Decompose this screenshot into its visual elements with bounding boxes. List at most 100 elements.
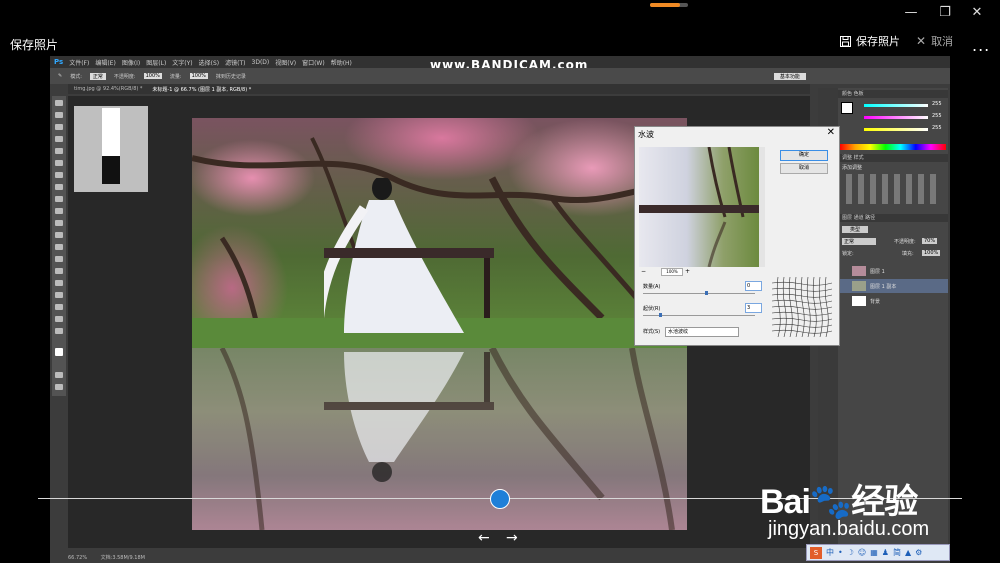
sogou-logo-icon[interactable]: S [810,546,822,559]
menu-item[interactable]: 文件(F) [69,58,89,67]
layer-filter-select[interactable]: 类型 [842,226,869,233]
save-photo-button[interactable]: 保存照片 [840,33,900,49]
history-brush-tool-icon[interactable] [55,208,63,214]
mode-select[interactable]: 正常 [89,72,106,80]
layer-opacity-input[interactable]: 70% [922,238,938,244]
quick-mask-icon[interactable] [55,372,63,378]
menu-item[interactable]: 帮助(H) [331,58,352,67]
menu-item[interactable]: 图像(I) [122,58,140,67]
crop-tool-icon[interactable] [55,148,63,154]
path-select-tool-icon[interactable] [55,292,63,298]
eraser-tool-icon[interactable] [55,220,63,226]
layer-row[interactable]: 图层 1 [838,264,948,278]
foreground-color-swatch[interactable] [55,348,63,356]
window-titlebar [0,0,1000,28]
menu-item[interactable]: 选择(S) [199,58,220,67]
ime-dot-icon[interactable]: • [838,548,843,557]
blue-value[interactable]: 255 [932,125,942,131]
green-value[interactable]: 255 [932,113,942,119]
preview-scrollbar[interactable] [759,147,765,267]
blend-mode-select[interactable]: 正常 [842,238,877,245]
ime-keyboard-icon[interactable]: ▦ [870,548,878,557]
brush-tool-icon[interactable] [55,184,63,190]
hand-tool-icon[interactable] [55,316,63,322]
layers-panel-tabs[interactable]: 图层 通道 路径 [838,214,948,222]
lasso-tool-icon[interactable] [55,124,63,130]
ridges-input[interactable]: 3 [745,303,762,313]
menu-item[interactable]: 视图(V) [275,58,296,67]
quick-select-tool-icon[interactable] [55,136,63,142]
ime-moon-icon[interactable]: ☽ [847,548,854,557]
red-slider[interactable] [864,104,928,107]
dialog-cancel-button[interactable]: 取消 [780,163,828,174]
ridges-slider-knob[interactable] [659,313,662,317]
photo-canvas[interactable] [192,118,687,530]
dialog-close-button[interactable]: ✕ [827,127,835,138]
filter-preview[interactable] [639,147,759,267]
gradient-tool-icon[interactable] [55,232,63,238]
layer-row[interactable]: 背景 [838,294,948,308]
menu-item[interactable]: 图层(L) [146,58,166,67]
menu-item[interactable]: 文字(Y) [172,58,192,67]
opacity-input[interactable]: 100% [143,73,162,79]
eyedropper-tool-icon[interactable] [55,160,63,166]
amount-slider-knob[interactable] [705,291,708,295]
menu-item[interactable]: 滤镜(T) [225,58,245,67]
ok-button[interactable]: 确定 [780,150,828,161]
ime-skin-icon[interactable]: ▲ [905,548,911,557]
doc-tab[interactable]: timg.jpg @ 92.4%(RGB/8) * [74,86,142,92]
marquee-tool-icon[interactable] [55,112,63,118]
pen-tool-icon[interactable] [55,268,63,274]
layer-thumbnail [852,266,866,276]
history-checkbox-label[interactable]: 抹到历史记录 [216,73,246,80]
amount-slider-track[interactable] [643,293,755,294]
red-value[interactable]: 255 [932,101,942,107]
menu-item[interactable]: 窗口(W) [302,58,325,67]
adjustments-panel-tabs[interactable]: 调整 样式 [838,154,948,162]
restore-button[interactable]: ❐ [934,4,956,22]
blue-slider[interactable] [864,128,928,131]
menu-item[interactable]: 编辑(E) [95,58,115,67]
more-options-button[interactable]: ... [972,36,990,55]
close-window-button[interactable]: ✕ [966,4,988,22]
layer-name: 图层 1 [870,268,885,275]
ime-settings-icon[interactable]: ⚙ [915,548,922,557]
layer-row-selected[interactable]: 图层 1 副本 [838,279,948,293]
amount-input[interactable]: 0 [745,281,762,291]
zoom-tool-icon[interactable] [55,328,63,334]
doc-tab-active[interactable]: 未标题-1 @ 66.7% (图层 1 副本, RGB/8) * [152,86,251,93]
foreground-swatch[interactable] [841,102,853,114]
shape-tool-icon[interactable] [55,304,63,310]
timeline-handle[interactable] [490,489,510,509]
stamp-tool-icon[interactable] [55,196,63,202]
adjustment-icons-grid[interactable] [846,174,936,204]
green-slider[interactable] [864,116,928,119]
menu-item[interactable]: 3D(D) [252,59,270,66]
workspace-select[interactable]: 基本功能 [773,72,806,80]
ime-simplified-toggle[interactable]: 简 [893,547,901,558]
blur-tool-icon[interactable] [55,244,63,250]
ime-emoji-icon[interactable]: ☺ [858,548,866,557]
fill-input[interactable]: 100% [922,250,941,256]
dodge-tool-icon[interactable] [55,256,63,262]
type-tool-icon[interactable] [55,280,63,286]
flow-input[interactable]: 100% [189,73,208,79]
ime-chinese-toggle[interactable]: 中 [826,547,834,558]
ime-toolbar: S 中 • ☽ ☺ ▦ ♟ 简 ▲ ⚙ [806,544,950,561]
minimize-button[interactable]: — [900,4,922,22]
healing-tool-icon[interactable] [55,172,63,178]
cancel-button[interactable]: ✕ 取消 [916,33,953,49]
previous-arrow-icon[interactable]: ← [478,530,490,546]
page-title: 保存照片 [10,38,59,52]
brush-tool-icon[interactable]: ✎ [58,73,62,79]
next-arrow-icon[interactable]: → [506,530,518,546]
zoom-in-icon[interactable]: + [685,268,690,275]
screen-mode-icon[interactable] [55,384,63,390]
ps-status-bar: 66.72% 文档:3.58M/9.18M [68,554,268,562]
color-panel-tabs[interactable]: 颜色 色板 [838,90,948,98]
move-tool-icon[interactable] [55,100,63,106]
style-select[interactable]: 水池波纹 [665,327,739,337]
ime-user-icon[interactable]: ♟ [882,548,889,557]
color-spectrum[interactable] [840,144,946,150]
zoom-out-icon[interactable]: − [641,268,646,275]
